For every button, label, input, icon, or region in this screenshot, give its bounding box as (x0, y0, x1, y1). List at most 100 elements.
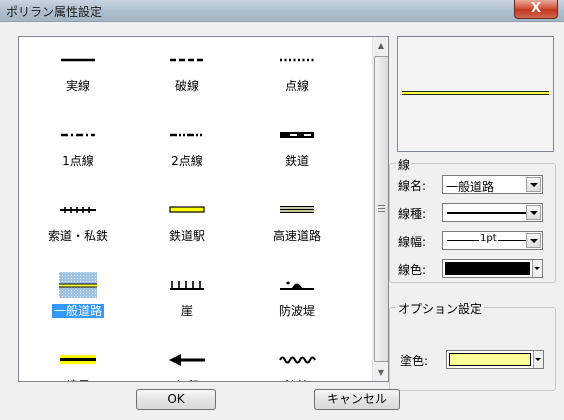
window-title: ポリラン属性設定 (6, 5, 103, 19)
palette-item-label: 1点線 (23, 152, 133, 169)
palette-scrollbar[interactable]: ▲ ▼ (372, 37, 388, 381)
palette-item-station[interactable]: 鉄道駅 (132, 189, 242, 261)
line-width-select[interactable]: 1pt (442, 231, 543, 250)
arrow-icon (168, 347, 206, 373)
palette-item-text: 高速道路 (272, 229, 321, 243)
palette-item-breakwater[interactable]: 防波堤 (242, 264, 352, 336)
solid-icon (59, 47, 97, 73)
palette-item-text: 破線 (174, 79, 199, 93)
expressway-icon (278, 197, 316, 223)
dotted-icon (278, 47, 316, 73)
dashdot-icon (59, 122, 97, 148)
ok-button[interactable]: OK (136, 389, 216, 410)
palette-item-solid[interactable]: 実線 (23, 39, 133, 111)
palette-item-text: 点線 (284, 79, 309, 93)
palette-item-text: 境界 (66, 379, 90, 381)
chevron-down-icon[interactable] (526, 177, 541, 192)
line-name-select[interactable]: 一般道路 (442, 175, 543, 194)
palette-item-text: 1点線 (62, 154, 94, 168)
scroll-up-icon[interactable]: ▲ (373, 37, 388, 54)
palette-item-label: 矢印 (132, 377, 242, 381)
palette-item-railway[interactable]: 鉄道 (242, 114, 352, 186)
palette-item-arrow[interactable]: 矢印 (132, 339, 242, 381)
chevron-down-icon[interactable] (526, 233, 541, 248)
palette-item-label: 高速道路 (242, 227, 352, 244)
palette-item-text: 索道・私鉄 (47, 229, 108, 243)
title-bar: ポリラン属性設定 X (0, 0, 564, 22)
station-icon (168, 197, 206, 223)
palette-item-general-road[interactable]: 一般道路 (23, 264, 133, 336)
close-button[interactable]: X (514, 0, 558, 19)
palette-item-text: 防波堤 (278, 304, 315, 318)
palette-item-text: 鉄道駅 (168, 229, 205, 243)
palette-item-label: 鉄道駅 (132, 227, 242, 244)
palette-item-dashdot[interactable]: 1点線 (23, 114, 133, 186)
palette-item-label: 鉄道 (242, 152, 352, 169)
palette-item-label: 点線 (242, 77, 352, 94)
fill-color-label: 塗色: (400, 354, 429, 368)
scroll-down-icon[interactable]: ▼ (373, 364, 388, 381)
preview-line-sample (402, 91, 549, 95)
palette-item-label: 索道・私鉄 (23, 227, 133, 244)
palette-item-cliff[interactable]: 崖 (132, 264, 242, 336)
palette-item-label: 防波堤 (242, 302, 352, 319)
option-group: オプション設定 塗色: (389, 300, 556, 391)
palette-item-text: 鉄道 (284, 154, 309, 168)
line-group-legend: 線 (396, 156, 413, 173)
palette-item-boundary[interactable]: 境界 (23, 339, 133, 381)
dashdotdot-icon (168, 122, 206, 148)
line-style-palette: 実線 破線 点線 1点線 2点線 鉄道索道・私鉄 鉄道駅 高速道路一般道路 崖 防波堤境界 矢印 波線… (18, 36, 389, 382)
palette-item-text: 2点線 (171, 154, 203, 168)
cancel-button[interactable]: キャンセル (314, 389, 400, 410)
palette-item-label: 一般道路 (23, 302, 133, 319)
line-type-label: 線種: (398, 207, 427, 221)
palette-item-wave[interactable]: 波線 (242, 339, 352, 381)
wave-icon (278, 347, 316, 373)
cliff-icon (168, 272, 206, 298)
palette-item-dotted[interactable]: 点線 (242, 39, 352, 111)
line-color-picker[interactable] (442, 259, 543, 278)
fill-color-swatch (449, 353, 531, 366)
dialog-client: 実線破線点線1点線2点線鉄道索道・私鉄鉄道駅高速道路一般道路崖防波堤境界矢印波線… (8, 30, 556, 414)
palette-item-expressway[interactable]: 高速道路 (242, 189, 352, 261)
option-group-legend: オプション設定 (396, 300, 485, 317)
palette-item-label: 波線 (242, 377, 352, 381)
line-color-swatch (445, 262, 530, 275)
grip-icon (378, 205, 385, 212)
line-type-select[interactable] (442, 203, 543, 222)
line-width-value: 1pt (479, 233, 498, 244)
line-color-label: 線色: (398, 263, 427, 277)
scrollbar-thumb[interactable] (374, 56, 388, 362)
line-preview (397, 36, 554, 152)
palette-item-text: 一般道路 (51, 304, 104, 318)
palette-item-label: 破線 (132, 77, 242, 94)
railway-icon (278, 122, 316, 148)
palette-item-ropeway[interactable]: 索道・私鉄 (23, 189, 133, 261)
dashed-icon (168, 47, 206, 73)
palette-item-label: 境界 (23, 377, 133, 381)
chevron-down-icon[interactable] (532, 260, 542, 277)
boundary-icon (59, 347, 97, 373)
ropeway-icon (59, 197, 97, 223)
line-type-sample (447, 212, 527, 214)
dialog-window: ポリラン属性設定 X 実線 破線 点線 1点線 2点線 鉄道 索道・私鉄 鉄道駅 高速道路 一般道… (0, 0, 564, 420)
chevron-down-icon[interactable] (526, 205, 541, 220)
palette-item-text: 崖 (180, 304, 193, 318)
line-group: 線 線名: 一般道路 線種: 線幅: 1pt 線色: (389, 156, 556, 283)
breakwater-icon (278, 272, 316, 298)
fill-color-picker[interactable] (446, 350, 544, 369)
palette-item-dashed[interactable]: 破線 (132, 39, 242, 111)
line-name-label: 線名: (398, 179, 427, 193)
chevron-down-icon[interactable] (533, 351, 543, 368)
line-width-label: 線幅: (398, 235, 427, 249)
line-name-value: 一般道路 (446, 180, 495, 194)
general-road-icon (59, 272, 97, 298)
palette-item-label: 2点線 (132, 152, 242, 169)
palette-item-label: 崖 (132, 302, 242, 319)
palette-item-text: 実線 (65, 79, 90, 93)
palette-item-dashdotdot[interactable]: 2点線 (132, 114, 242, 186)
palette-item-text: 波線 (285, 379, 309, 381)
palette-item-label: 実線 (23, 77, 133, 94)
palette-item-text: 矢印 (175, 379, 199, 381)
close-icon: X (530, 1, 542, 16)
